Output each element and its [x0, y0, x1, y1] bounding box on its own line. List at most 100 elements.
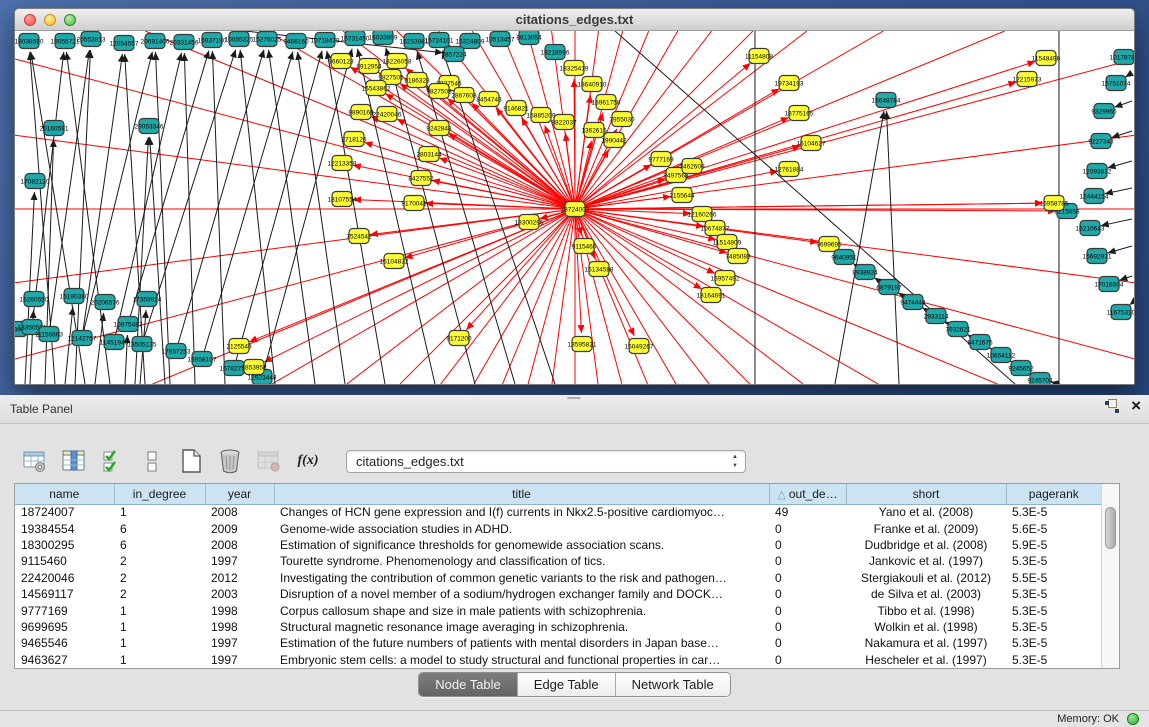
graph-node[interactable]: 19055721: [51, 34, 80, 49]
table-cell[interactable]: 5.3E-5: [1006, 602, 1101, 618]
column-header-name[interactable]: name: [15, 484, 114, 504]
graph-node[interactable]: 17359924: [133, 292, 162, 307]
table-cell[interactable]: 19384554: [15, 520, 114, 536]
table-cell[interactable]: 0: [769, 570, 846, 586]
graph-node[interactable]: 12444154: [1080, 189, 1109, 204]
graph-node[interactable]: 18325419: [560, 61, 589, 76]
graph-node[interactable]: 15957492: [711, 271, 740, 286]
graph-node[interactable]: 15751074: [1102, 76, 1131, 91]
table-cell[interactable]: 2009: [205, 520, 274, 536]
table-cell[interactable]: 1997: [205, 635, 274, 651]
table-cell[interactable]: 1: [114, 619, 205, 635]
tab-edge-table[interactable]: Edge Table: [518, 673, 616, 696]
column-header-title[interactable]: title: [274, 484, 769, 504]
graph-node[interactable]: 12093832: [1083, 164, 1112, 179]
graph-node[interactable]: 20206576: [91, 295, 120, 310]
graph-node[interactable]: 9329966: [1091, 104, 1117, 119]
graph-node[interactable]: 10055325: [225, 32, 254, 47]
graph-node[interactable]: 9171200: [446, 331, 472, 346]
table-cell[interactable]: 1: [114, 652, 205, 668]
graph-node[interactable]: 10513457: [486, 32, 515, 47]
table-row[interactable]: 1456911722003Disruption of a novel membe…: [15, 586, 1101, 602]
table-cell[interactable]: 2: [114, 586, 205, 602]
graph-node[interactable]: 16937190: [198, 33, 227, 48]
graph-node[interactable]: 17082120: [21, 174, 50, 189]
table-cell[interactable]: 0: [769, 619, 846, 635]
graph-node[interactable]: 16210643: [1076, 221, 1105, 236]
graph-node[interactable]: 11514809: [713, 235, 742, 250]
table-cell[interactable]: 0: [769, 537, 846, 553]
table-cell[interactable]: 1: [114, 504, 205, 520]
float-window-icon[interactable]: [1105, 399, 1119, 413]
graph-node[interactable]: 15692971: [1083, 249, 1112, 264]
graph-node[interactable]: 2718126: [341, 132, 367, 147]
table-cell[interactable]: 5.3E-5: [1006, 586, 1101, 602]
table-cell[interactable]: 1: [114, 635, 205, 651]
vertical-scrollbar[interactable]: [1101, 484, 1119, 668]
graph-node[interactable]: 7857224: [441, 47, 467, 62]
table-row[interactable]: 1830029562008Estimation of significance …: [15, 537, 1101, 553]
table-cell[interactable]: 22420046: [15, 570, 114, 586]
graph-node[interactable]: 9170041: [401, 196, 427, 211]
table-cell[interactable]: 2003: [205, 586, 274, 602]
table-cell[interactable]: 14569117: [15, 586, 114, 602]
graph-node[interactable]: 9640951: [831, 250, 857, 265]
table-cell[interactable]: Yano et al. (2008): [846, 504, 1006, 520]
graph-node[interactable]: 18300295: [515, 215, 544, 230]
table-row[interactable]: 1938455462009Genome-wide association stu…: [15, 520, 1101, 536]
table-cell[interactable]: 9699695: [15, 619, 114, 635]
graph-node[interactable]: 2125549: [226, 339, 252, 354]
graph-node[interactable]: 2933114: [924, 309, 949, 324]
graph-node[interactable]: 9242848: [426, 121, 452, 136]
table-cell[interactable]: Estimation of the future numbers of pati…: [274, 635, 769, 651]
table-cell[interactable]: 18724007: [15, 504, 114, 520]
graph-node[interactable]: 10718479: [311, 33, 340, 48]
graph-node[interactable]: 8471676: [967, 335, 993, 350]
table-cell[interactable]: Nakamura et al. (1997): [846, 635, 1006, 651]
graph-node[interactable]: 19734193: [775, 76, 804, 91]
table-row[interactable]: 946362711997Embryonic stem cells: a mode…: [15, 652, 1101, 668]
graph-node[interactable]: 7955030: [609, 112, 635, 127]
graph-node[interactable]: 12761884: [775, 162, 804, 177]
graph-node[interactable]: 10654112: [987, 348, 1016, 363]
graph-node[interactable]: 15049267: [625, 339, 654, 354]
select-all-icon[interactable]: [98, 446, 128, 476]
graph-node[interactable]: 12215973: [1013, 72, 1042, 87]
graph-node[interactable]: 17957253: [162, 344, 191, 359]
graph-node[interactable]: 20691406: [141, 34, 170, 49]
table-cell[interactable]: 6: [114, 520, 205, 536]
table-cell[interactable]: Changes of HCN gene expression and I(f) …: [274, 504, 769, 520]
graph-node[interactable]: 13505135: [128, 337, 157, 352]
graph-node[interactable]: 11156863: [35, 327, 63, 342]
graph-node[interactable]: 20160591: [40, 121, 69, 136]
table-row[interactable]: 2242004622012Investigating the contribut…: [15, 570, 1101, 586]
graph-node[interactable]: 9115460: [572, 239, 597, 254]
graph-node[interactable]: 16731450: [341, 31, 370, 46]
graph-node[interactable]: 1362615: [581, 123, 607, 138]
graph-node[interactable]: 8912954: [356, 59, 382, 74]
table-cell[interactable]: 5.9E-5: [1006, 537, 1101, 553]
table-cell[interactable]: 0: [769, 520, 846, 536]
graph-node[interactable]: 8427552: [408, 171, 434, 186]
table-cell[interactable]: de Silva et al. (2003): [846, 586, 1006, 602]
graph-node[interactable]: 19218596: [541, 45, 570, 60]
table-cell[interactable]: Dudbridge et al. (2008): [846, 537, 1006, 553]
graph-node[interactable]: 9474444: [900, 295, 926, 310]
graph-node[interactable]: 7485083: [725, 249, 751, 264]
table-cell[interactable]: 9465546: [15, 635, 114, 651]
graph-node[interactable]: 10178780: [1110, 50, 1134, 65]
table-cell[interactable]: 0: [769, 602, 846, 618]
table-cell[interactable]: 5.3E-5: [1006, 553, 1101, 569]
table-cell[interactable]: Tourette syndrome. Phenomenology and cla…: [274, 553, 769, 569]
graph-node[interactable]: 15276025: [253, 32, 282, 47]
table-cell[interactable]: 5.5E-5: [1006, 570, 1101, 586]
table-cell[interactable]: Jankovic et al. (1997): [846, 553, 1006, 569]
graph-node[interactable]: 2803144: [416, 147, 442, 162]
graph-node[interactable]: 8813054: [516, 31, 542, 45]
graph-node[interactable]: 10674877: [701, 221, 730, 236]
table-cell[interactable]: 1: [114, 602, 205, 618]
table-cell[interactable]: 9777169: [15, 602, 114, 618]
table-row[interactable]: 1872400712008Changes of HCN gene express…: [15, 504, 1101, 520]
delete-entry-icon[interactable]: [215, 446, 245, 476]
table-cell[interactable]: 0: [769, 635, 846, 651]
